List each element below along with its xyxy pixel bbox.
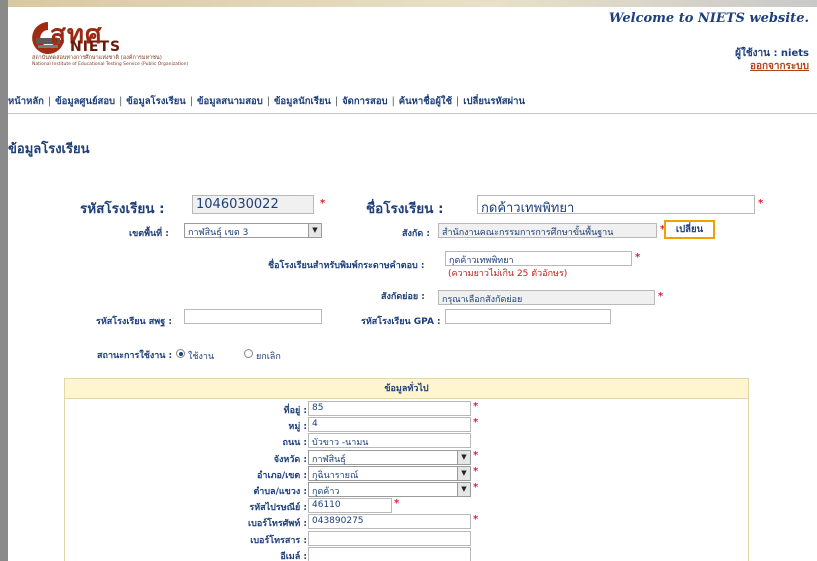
district-label: อำเภอ/เขต : [257, 471, 307, 481]
district-select-value: กุฉินารายณ์ [312, 471, 359, 481]
change-affiliation-button[interactable]: เปลี่ยน [664, 220, 715, 239]
user-label: ผู้ใช้งาน : niets [735, 48, 809, 59]
fax-label: เบอร์โทรสาร : [250, 536, 307, 546]
subdistrict-label: ตำบล/แขวง : [253, 487, 307, 497]
fax-field[interactable] [308, 531, 471, 546]
nav-separator: | [391, 96, 395, 107]
nav-separator: | [47, 96, 52, 107]
top-strip [8, 0, 817, 7]
nav-manage-exams[interactable]: จัดการสอบ [342, 96, 387, 107]
main-nav: หน้าหลัก | ข้อมูลศูนย์สอบ | ข้อมูลโรงเรียน | ข… [8, 94, 525, 109]
phone-field[interactable]: 043890275 [308, 514, 471, 529]
nav-change-password[interactable]: เปลี่ยนรหัสผ่าน [463, 96, 525, 107]
province-label: จังหวัด : [273, 455, 307, 465]
subdistrict-select[interactable]: กุดค้าว ▼ [308, 482, 471, 497]
required-mark: * [658, 291, 664, 302]
email-field[interactable] [308, 547, 471, 561]
required-mark: * [473, 514, 479, 525]
school-name-label: ชื่อโรงเรียน : [366, 201, 444, 217]
nav-search-users[interactable]: ค้นหาชื่อผู้ใช้ [399, 96, 452, 107]
status-cancel-text: ยกเลิก [256, 352, 281, 362]
obec-code-field[interactable] [184, 309, 322, 324]
province-select-value: กาฬสินธุ์ [312, 455, 346, 465]
road-field[interactable]: บัวขาว -นามน [308, 433, 471, 448]
print-name-note: (ความยาวไม่เกิน 25 ตัวอักษร) [448, 269, 568, 279]
required-mark: * [320, 198, 326, 209]
gpa-code-field[interactable] [445, 309, 611, 324]
postcode-label: รหัสไปรษณีย์ : [249, 503, 307, 513]
page-title: ข้อมูลโรงเรียน [8, 142, 90, 157]
postcode-field[interactable]: 46110 [308, 498, 392, 513]
logo-subtitle-english: National Institute of Educational Testin… [32, 62, 189, 67]
nav-separator: | [456, 96, 460, 107]
nav-separator: | [119, 96, 123, 107]
school-name-field[interactable]: กุดค้าวเทพพิทยา [477, 195, 755, 214]
address-field[interactable]: 85 [308, 401, 471, 416]
affiliation-label: สังกัด : [402, 229, 430, 239]
nav-separator: | [334, 96, 339, 107]
required-mark: * [473, 466, 479, 477]
status-active-radio[interactable] [176, 349, 185, 358]
status-label: สถานะการใช้งาน : [97, 351, 173, 361]
nav-separator: | [189, 96, 194, 107]
dropdown-arrow-icon[interactable]: ▼ [457, 467, 470, 480]
school-code-label: รหัสโรงเรียน : [80, 201, 165, 217]
subdistrict-select-value: กุดค้าว [312, 487, 340, 497]
required-mark: * [473, 450, 479, 461]
dropdown-arrow-icon[interactable]: ▼ [457, 483, 470, 496]
dropdown-arrow-icon[interactable]: ▼ [308, 224, 321, 237]
status-cancel-radio[interactable] [244, 349, 253, 358]
sub-affiliation-field[interactable]: กรุณาเลือกสังกัดย่อย [438, 290, 655, 305]
district-select[interactable]: กุฉินารายณ์ ▼ [308, 466, 471, 481]
page: สทศ NIETS สถาบันทดสอบทางการศึกษาแห่งชาติ… [8, 0, 817, 561]
general-info-header: ข้อมูลทั่วไป [65, 379, 748, 399]
area-select[interactable]: กาฬสินธุ์ เขต 3 ▼ [184, 223, 322, 238]
nav-separator: | [266, 96, 270, 107]
logo-subtitle-thai: สถาบันทดสอบทางการศึกษาแห่งชาติ (องค์การม… [32, 55, 162, 61]
obec-code-label: รหัสโรงเรียน สพฐ : [96, 317, 172, 327]
affiliation-field[interactable]: สำนักงานคณะกรรมการการศึกษาขั้นพื้นฐาน [438, 223, 657, 238]
school-code-field[interactable]: 1046030022 [192, 195, 314, 214]
required-mark: * [473, 482, 479, 493]
required-mark: * [473, 401, 479, 412]
required-mark: * [473, 417, 479, 428]
moo-label: หมู่ : [288, 422, 307, 432]
welcome-text: Welcome to NIETS website. [608, 11, 809, 26]
area-label: เขตพื้นที่ : [129, 229, 169, 239]
area-select-value: กาฬสินธุ์ เขต 3 [188, 228, 249, 238]
nav-schools[interactable]: ข้อมูลโรงเรียน [126, 96, 186, 107]
logo-niets-text: NIETS [70, 39, 122, 55]
nav-test-sites[interactable]: ข้อมูลสนามสอบ [197, 96, 263, 107]
nav-home[interactable]: หน้าหลัก [8, 96, 44, 107]
phone-label: เบอร์โทรศัพท์ : [248, 519, 307, 529]
print-name-label: ชื่อโรงเรียนสำหรับพิมพ์กระดาษคำตอบ : [268, 261, 425, 271]
nav-test-centers[interactable]: ข้อมูลศูนย์สอบ [55, 96, 115, 107]
required-mark: * [635, 252, 641, 263]
gpa-code-label: รหัสโรงเรียน GPA : [361, 317, 441, 327]
user-box: ผู้ใช้งาน : niets ออกจากระบบ [735, 47, 809, 73]
road-label: ถนน : [282, 438, 308, 448]
sub-affiliation-label: สังกัดย่อย : [381, 292, 425, 302]
nav-students[interactable]: ข้อมูลนักเรียน [274, 96, 331, 107]
email-label: อีเมล์ : [280, 552, 307, 561]
moo-field[interactable]: 4 [308, 417, 471, 432]
dropdown-arrow-icon[interactable]: ▼ [457, 451, 470, 464]
nav-divider [8, 113, 817, 114]
required-mark: * [758, 198, 764, 209]
niets-logo[interactable]: สทศ NIETS สถาบันทดสอบทางการศึกษาแห่งชาติ… [28, 18, 258, 78]
logout-link[interactable]: ออกจากระบบ [735, 60, 809, 73]
print-name-field[interactable]: กุดค้าวเทพพิทยา [445, 251, 632, 266]
status-active-text: ใช้งาน [188, 352, 215, 362]
required-mark: * [394, 498, 400, 509]
address-label: ที่อยู่ : [283, 406, 307, 416]
province-select[interactable]: กาฬสินธุ์ ▼ [308, 450, 471, 465]
